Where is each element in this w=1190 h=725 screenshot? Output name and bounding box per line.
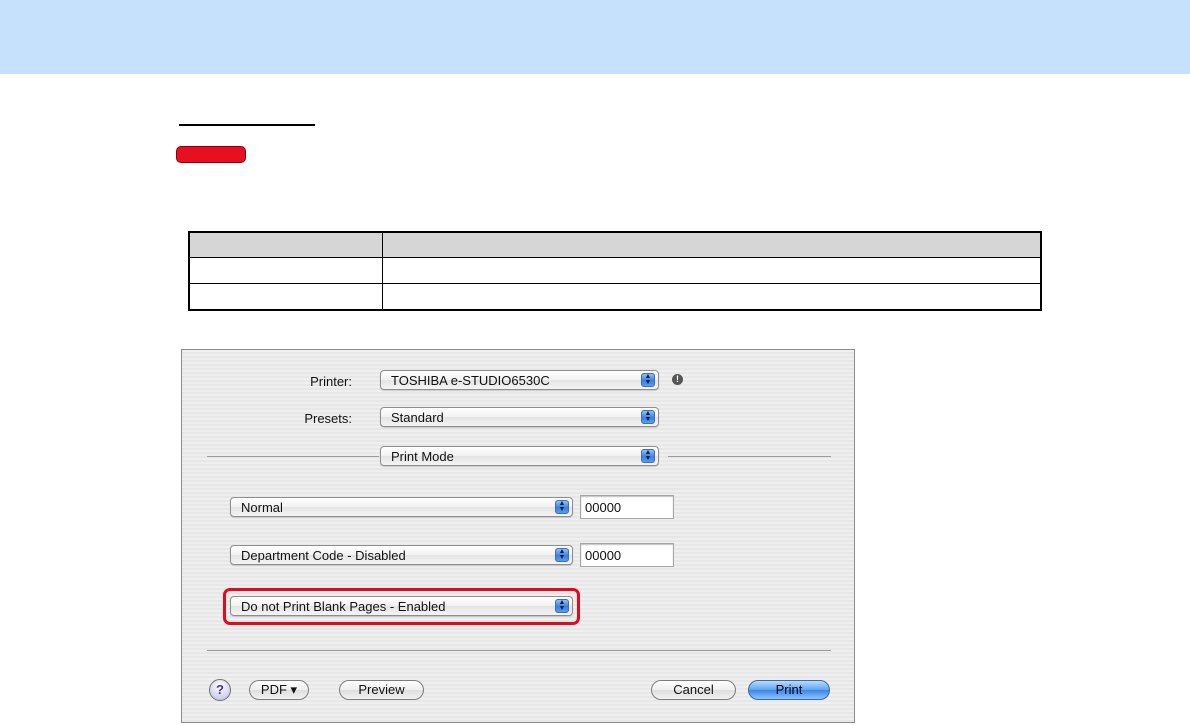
print-mode-popup[interactable]: Normal ▲ ▼ bbox=[230, 497, 573, 517]
separator bbox=[207, 650, 831, 651]
heading-underline bbox=[179, 124, 315, 126]
preview-button[interactable]: Preview bbox=[339, 680, 424, 700]
popup-arrows-icon: ▲ ▼ bbox=[555, 548, 569, 562]
department-code-field[interactable]: 00000 bbox=[580, 543, 674, 567]
table-row bbox=[188, 257, 1042, 284]
print-dialog: Printer: TOSHIBA e-STUDIO6530C ▲ ▼ ! Pres… bbox=[181, 349, 855, 723]
table-header-row bbox=[188, 231, 1042, 259]
table-cell bbox=[188, 257, 383, 284]
table-row bbox=[188, 282, 1042, 311]
table-cell bbox=[382, 257, 1042, 284]
presets-popup[interactable]: Standard ▲ ▼ bbox=[380, 407, 659, 427]
panel-value: Print Mode bbox=[391, 449, 454, 464]
popup-arrows-icon: ▲ ▼ bbox=[555, 500, 569, 514]
presets-value: Standard bbox=[391, 410, 444, 425]
cancel-button[interactable]: Cancel bbox=[651, 680, 736, 700]
printer-value: TOSHIBA e-STUDIO6530C bbox=[391, 373, 550, 388]
top-banner bbox=[0, 0, 1190, 74]
table-cell bbox=[188, 282, 383, 311]
info-table bbox=[188, 231, 1042, 311]
highlight-box bbox=[223, 588, 580, 625]
department-code-value: Department Code - Disabled bbox=[241, 548, 406, 563]
popup-arrows-icon: ▲ ▼ bbox=[641, 449, 655, 463]
presets-label: Presets: bbox=[304, 411, 352, 426]
pdf-button[interactable]: PDF ▾ bbox=[249, 680, 309, 700]
table-header-cell bbox=[188, 231, 383, 259]
popup-arrows-icon: ▲ ▼ bbox=[641, 373, 655, 387]
table-header-cell bbox=[382, 231, 1042, 259]
department-code-popup[interactable]: Department Code - Disabled ▲ ▼ bbox=[230, 545, 573, 565]
print-button[interactable]: Print bbox=[748, 680, 830, 700]
printer-label: Printer: bbox=[310, 374, 352, 389]
popup-arrows-icon: ▲ ▼ bbox=[641, 410, 655, 424]
panel-popup[interactable]: Print Mode ▲ ▼ bbox=[380, 446, 659, 466]
printer-popup[interactable]: TOSHIBA e-STUDIO6530C ▲ ▼ bbox=[380, 370, 659, 390]
print-mode-code-field[interactable]: 00000 bbox=[580, 495, 674, 519]
help-icon[interactable]: ? bbox=[209, 679, 231, 701]
warning-icon: ! bbox=[672, 374, 683, 385]
separator bbox=[207, 456, 379, 457]
separator bbox=[668, 456, 831, 457]
table-cell bbox=[382, 282, 1042, 311]
red-tag bbox=[176, 146, 246, 163]
print-mode-value: Normal bbox=[241, 500, 283, 515]
